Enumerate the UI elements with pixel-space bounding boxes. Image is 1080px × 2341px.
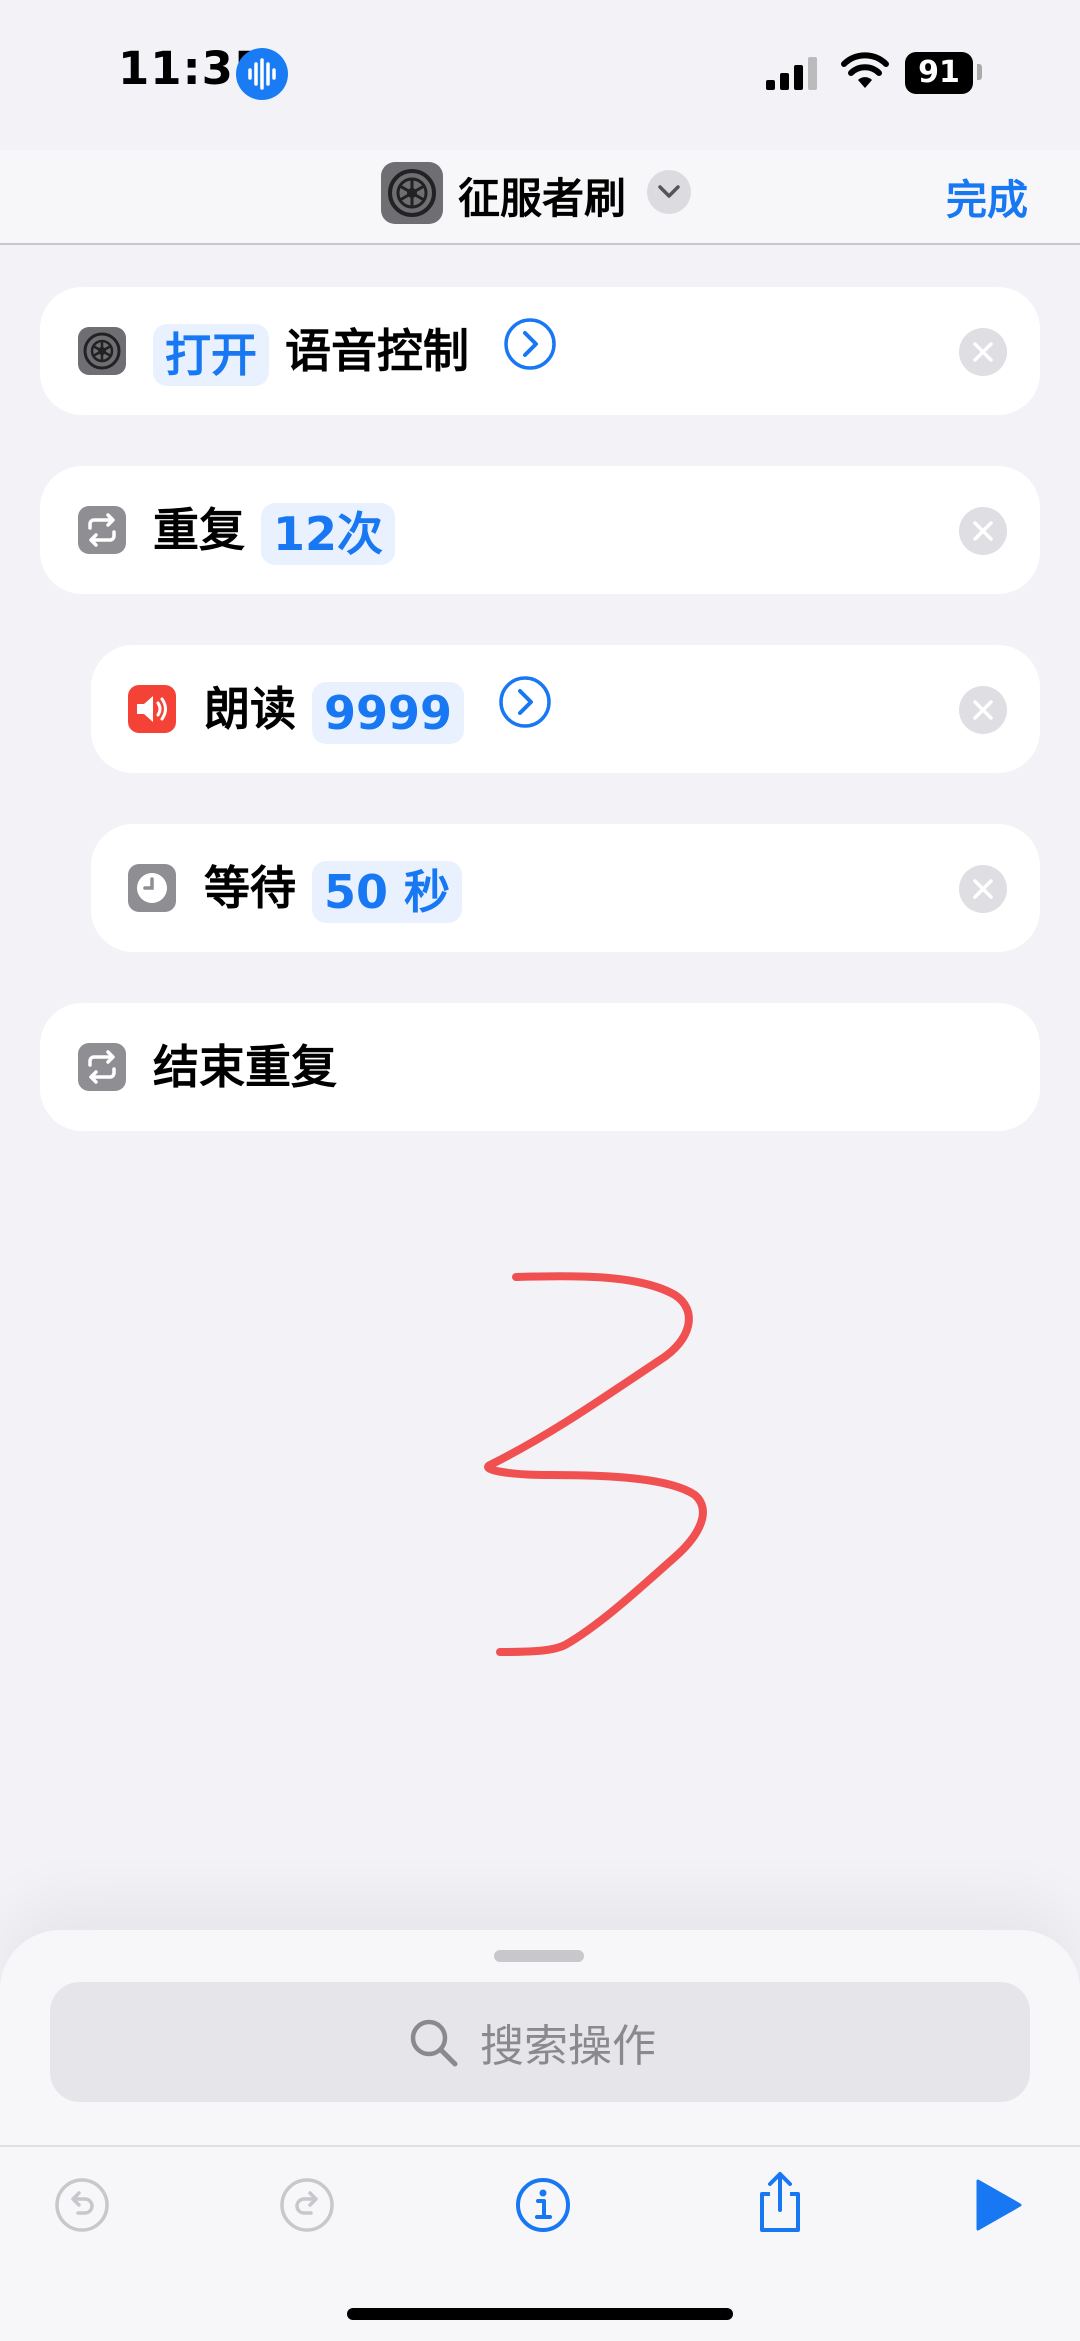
- chevron-right-circle-icon[interactable]: [503, 291, 557, 419]
- redo-icon[interactable]: [277, 2175, 337, 2239]
- undo-icon[interactable]: [52, 2175, 112, 2239]
- end-repeat-label: 结束重复: [153, 1040, 337, 1094]
- search-actions-field[interactable]: 搜索操作: [50, 1982, 1030, 2102]
- nav-bar: 征服者刷 完成: [0, 150, 1080, 245]
- repeat-icon: [78, 1043, 126, 1091]
- chevron-right-circle-icon[interactable]: [498, 649, 552, 777]
- repeat-label: 重复: [153, 503, 245, 557]
- remove-action-button[interactable]: [959, 686, 1007, 734]
- done-button[interactable]: 完成: [946, 166, 1028, 226]
- action-text: 结束重复: [153, 1003, 337, 1131]
- app-name[interactable]: 语音控制: [285, 324, 469, 378]
- action-speak[interactable]: 朗读 9999: [91, 645, 1040, 773]
- status-bar: 11:35 91: [0, 0, 1080, 150]
- action-text: 等待 50 秒: [204, 824, 463, 952]
- actions-sheet: 搜索操作: [0, 1930, 1080, 2341]
- action-text: 重复 12次: [153, 466, 396, 594]
- search-placeholder: 搜索操作: [480, 2021, 656, 2072]
- play-icon[interactable]: [970, 2175, 1026, 2239]
- wifi-icon: [840, 50, 890, 94]
- battery-tip: [977, 64, 982, 80]
- remove-action-button[interactable]: [959, 507, 1007, 555]
- battery-icon: 91: [905, 52, 973, 94]
- speaker-icon: [128, 685, 176, 733]
- cellular-signal-icon: [764, 56, 820, 94]
- share-icon[interactable]: [750, 2168, 810, 2240]
- speak-label: 朗读: [204, 682, 296, 736]
- info-icon[interactable]: [513, 2175, 573, 2239]
- sheet-grabber[interactable]: [494, 1950, 584, 1962]
- repeat-icon: [78, 506, 126, 554]
- repeat-count-pill[interactable]: 12次: [261, 502, 396, 565]
- action-open-app[interactable]: 打开 语音控制: [40, 287, 1040, 415]
- action-end-repeat[interactable]: 结束重复: [40, 1003, 1040, 1131]
- action-text: 打开 语音控制: [153, 287, 557, 415]
- speak-text-pill[interactable]: 9999: [312, 681, 465, 744]
- remove-action-button[interactable]: [959, 328, 1007, 376]
- action-wait[interactable]: 等待 50 秒: [91, 824, 1040, 952]
- action-text: 朗读 9999: [204, 645, 552, 773]
- open-verb-pill[interactable]: 打开: [153, 323, 269, 386]
- toolbar-divider: [0, 2145, 1080, 2147]
- voice-memo-icon: [236, 48, 288, 100]
- shortcut-title[interactable]: 征服者刷: [458, 165, 626, 226]
- wait-duration-pill[interactable]: 50 秒: [312, 860, 463, 923]
- wait-label: 等待: [204, 861, 296, 915]
- handwritten-3-drawing: [484, 1272, 707, 1656]
- settings-gear-icon: [78, 327, 126, 375]
- chevron-down-icon[interactable]: [647, 170, 691, 214]
- home-indicator: [347, 2308, 733, 2320]
- settings-gear-icon[interactable]: [381, 162, 443, 224]
- clock-icon: [128, 864, 176, 912]
- remove-action-button[interactable]: [959, 865, 1007, 913]
- action-repeat[interactable]: 重复 12次: [40, 466, 1040, 594]
- search-icon: [405, 2014, 461, 2074]
